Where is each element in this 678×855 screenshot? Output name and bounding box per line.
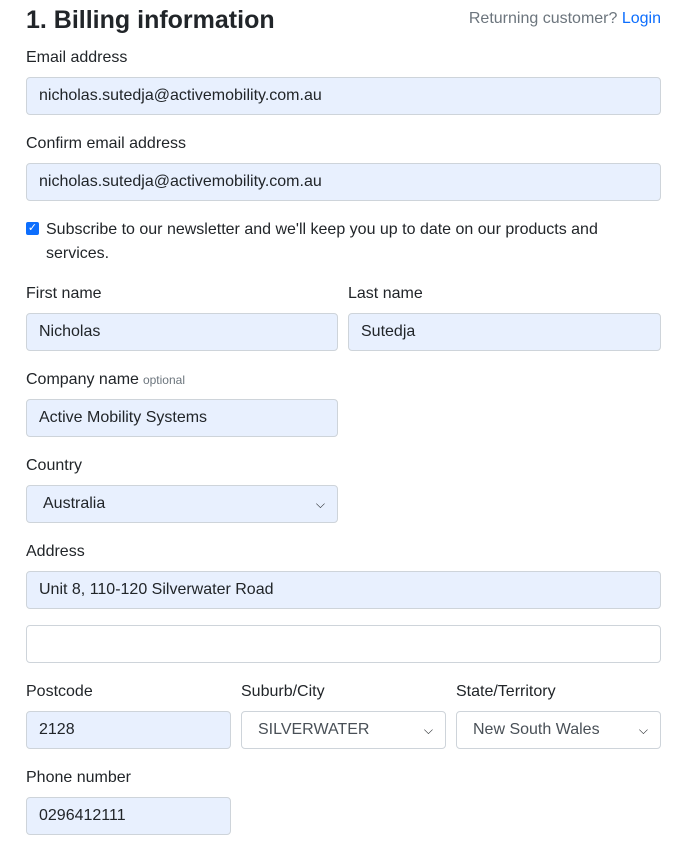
suburb-select[interactable]: SILVERWATER ⌵ [241, 711, 446, 749]
state-label: State/Territory [456, 683, 556, 700]
country-select-value: Australia [43, 495, 106, 512]
address-line2-input[interactable] [26, 625, 661, 663]
country-select[interactable]: Australia ⌵ [26, 485, 338, 523]
company-input[interactable] [26, 399, 338, 437]
suburb-label: Suburb/City [241, 683, 325, 700]
chevron-down-icon: ⌵ [638, 722, 648, 737]
confirm-email-label: Confirm email address [26, 135, 187, 152]
last-name-input[interactable] [348, 313, 661, 351]
suburb-select-value: SILVERWATER [258, 721, 370, 738]
optional-hint: optional [142, 373, 185, 387]
login-link[interactable]: Login [622, 10, 661, 27]
last-name-label: Last name [348, 285, 423, 302]
phone-input[interactable] [26, 797, 231, 835]
country-label: Country [26, 457, 83, 474]
email-label: Email address [26, 49, 128, 66]
state-select-value: New South Wales [473, 721, 600, 738]
company-label-text: Company name [26, 371, 139, 388]
first-name-input[interactable] [26, 313, 338, 351]
chevron-down-icon: ⌵ [315, 496, 325, 511]
address-line1-input[interactable] [26, 571, 661, 609]
returning-customer: Returning customer? Login [469, 10, 661, 28]
confirm-email-input[interactable] [26, 163, 661, 201]
address-label: Address [26, 543, 85, 560]
first-name-label: First name [26, 285, 102, 302]
state-select[interactable]: New South Wales ⌵ [456, 711, 661, 749]
newsletter-label: Subscribe to our newsletter and we'll ke… [46, 221, 598, 262]
email-input[interactable] [26, 77, 661, 115]
page-title: 1. Billing information [26, 6, 275, 34]
newsletter-checkbox[interactable]: ✓ [26, 222, 39, 235]
returning-customer-text: Returning customer? [468, 10, 618, 27]
postcode-label: Postcode [26, 683, 93, 700]
company-label: Company name optional [26, 371, 185, 389]
phone-label: Phone number [26, 769, 131, 786]
postcode-input[interactable] [26, 711, 231, 749]
chevron-down-icon: ⌵ [423, 722, 433, 737]
